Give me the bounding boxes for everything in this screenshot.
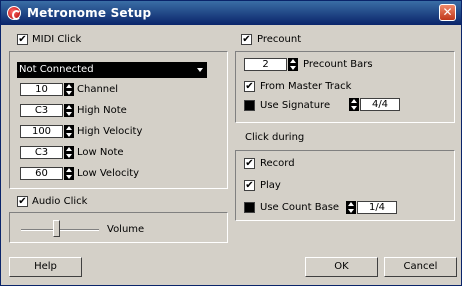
low-note-label: Low Note — [77, 147, 124, 158]
spin-up-icon — [66, 126, 72, 130]
play-checkbox[interactable]: ✔ — [244, 180, 255, 191]
record-checkbox[interactable]: ✔ — [244, 158, 255, 169]
spin-up-icon — [290, 59, 296, 63]
click-during-label: Click during — [245, 132, 305, 143]
window-title: Metronome Setup — [27, 6, 152, 20]
high-velocity-stepper[interactable] — [64, 125, 74, 138]
spin-down-icon — [66, 91, 72, 95]
volume-label: Volume — [107, 224, 145, 235]
volume-slider-thumb[interactable] — [53, 220, 60, 237]
high-note-field[interactable]: C3 — [20, 104, 63, 117]
spin-up-icon — [66, 147, 72, 151]
chevron-down-icon — [197, 68, 203, 72]
precount-bars-stepper[interactable] — [288, 58, 298, 71]
low-note-field[interactable]: C3 — [20, 146, 63, 159]
from-master-track-checkbox[interactable]: ✔ — [244, 81, 255, 92]
count-base-stepper[interactable] — [346, 201, 356, 214]
precount-label: Precount — [257, 34, 302, 45]
high-velocity-label: High Velocity — [77, 126, 143, 137]
low-velocity-field[interactable]: 60 — [20, 167, 63, 180]
record-label: Record — [260, 158, 295, 169]
precount-bars-label: Precount Bars — [303, 59, 373, 70]
midi-click-label: MIDI Click — [32, 34, 82, 45]
from-master-track-label: From Master Track — [260, 81, 352, 92]
use-count-base-label: Use Count Base — [260, 202, 340, 213]
midi-port-value: Not Connected — [19, 64, 94, 75]
low-velocity-stepper[interactable] — [64, 167, 74, 180]
channel-label: Channel — [77, 84, 119, 95]
spin-up-icon — [66, 168, 72, 172]
volume-slider-track — [21, 229, 99, 231]
channel-field[interactable]: 10 — [20, 83, 63, 96]
spin-down-icon — [66, 175, 72, 179]
precount-bars-field[interactable]: 2 — [244, 58, 287, 71]
low-note-stepper[interactable] — [64, 146, 74, 159]
spin-down-icon — [351, 106, 357, 110]
midi-click-checkbox[interactable]: ✔ — [17, 34, 28, 45]
metronome-app-icon — [7, 6, 21, 20]
count-base-field[interactable]: 1/4 — [357, 201, 397, 214]
audio-click-label: Audio Click — [32, 196, 88, 207]
spin-down-icon — [66, 154, 72, 158]
high-note-stepper[interactable] — [64, 104, 74, 117]
ok-button[interactable]: OK — [305, 257, 378, 277]
use-signature-label: Use Signature — [260, 100, 331, 111]
metronome-setup-dialog: Metronome Setup ✕ ✔ MIDI Click Not Conne… — [0, 0, 462, 286]
low-velocity-label: Low Velocity — [77, 168, 140, 179]
title-bar[interactable]: Metronome Setup ✕ — [1, 1, 461, 25]
spin-up-icon — [351, 99, 357, 103]
spin-down-icon — [66, 133, 72, 137]
use-signature-checkbox[interactable] — [244, 100, 255, 111]
spin-up-icon — [348, 202, 354, 206]
midi-port-dropdown[interactable]: Not Connected — [17, 62, 207, 78]
cancel-button[interactable]: Cancel — [384, 257, 457, 277]
use-count-base-checkbox[interactable] — [244, 202, 255, 213]
signature-field[interactable]: 4/4 — [360, 98, 400, 111]
spin-up-icon — [66, 84, 72, 88]
high-velocity-field[interactable]: 100 — [20, 125, 63, 138]
high-note-label: High Note — [77, 105, 127, 116]
precount-checkbox[interactable]: ✔ — [241, 34, 252, 45]
channel-stepper[interactable] — [64, 83, 74, 96]
spin-down-icon — [66, 112, 72, 116]
signature-stepper[interactable] — [349, 98, 359, 111]
play-label: Play — [260, 180, 281, 191]
spin-down-icon — [290, 66, 296, 70]
help-button[interactable]: Help — [9, 257, 82, 277]
close-button[interactable]: ✕ — [439, 4, 456, 21]
audio-click-checkbox[interactable]: ✔ — [17, 196, 28, 207]
spin-up-icon — [66, 105, 72, 109]
spin-down-icon — [348, 209, 354, 213]
